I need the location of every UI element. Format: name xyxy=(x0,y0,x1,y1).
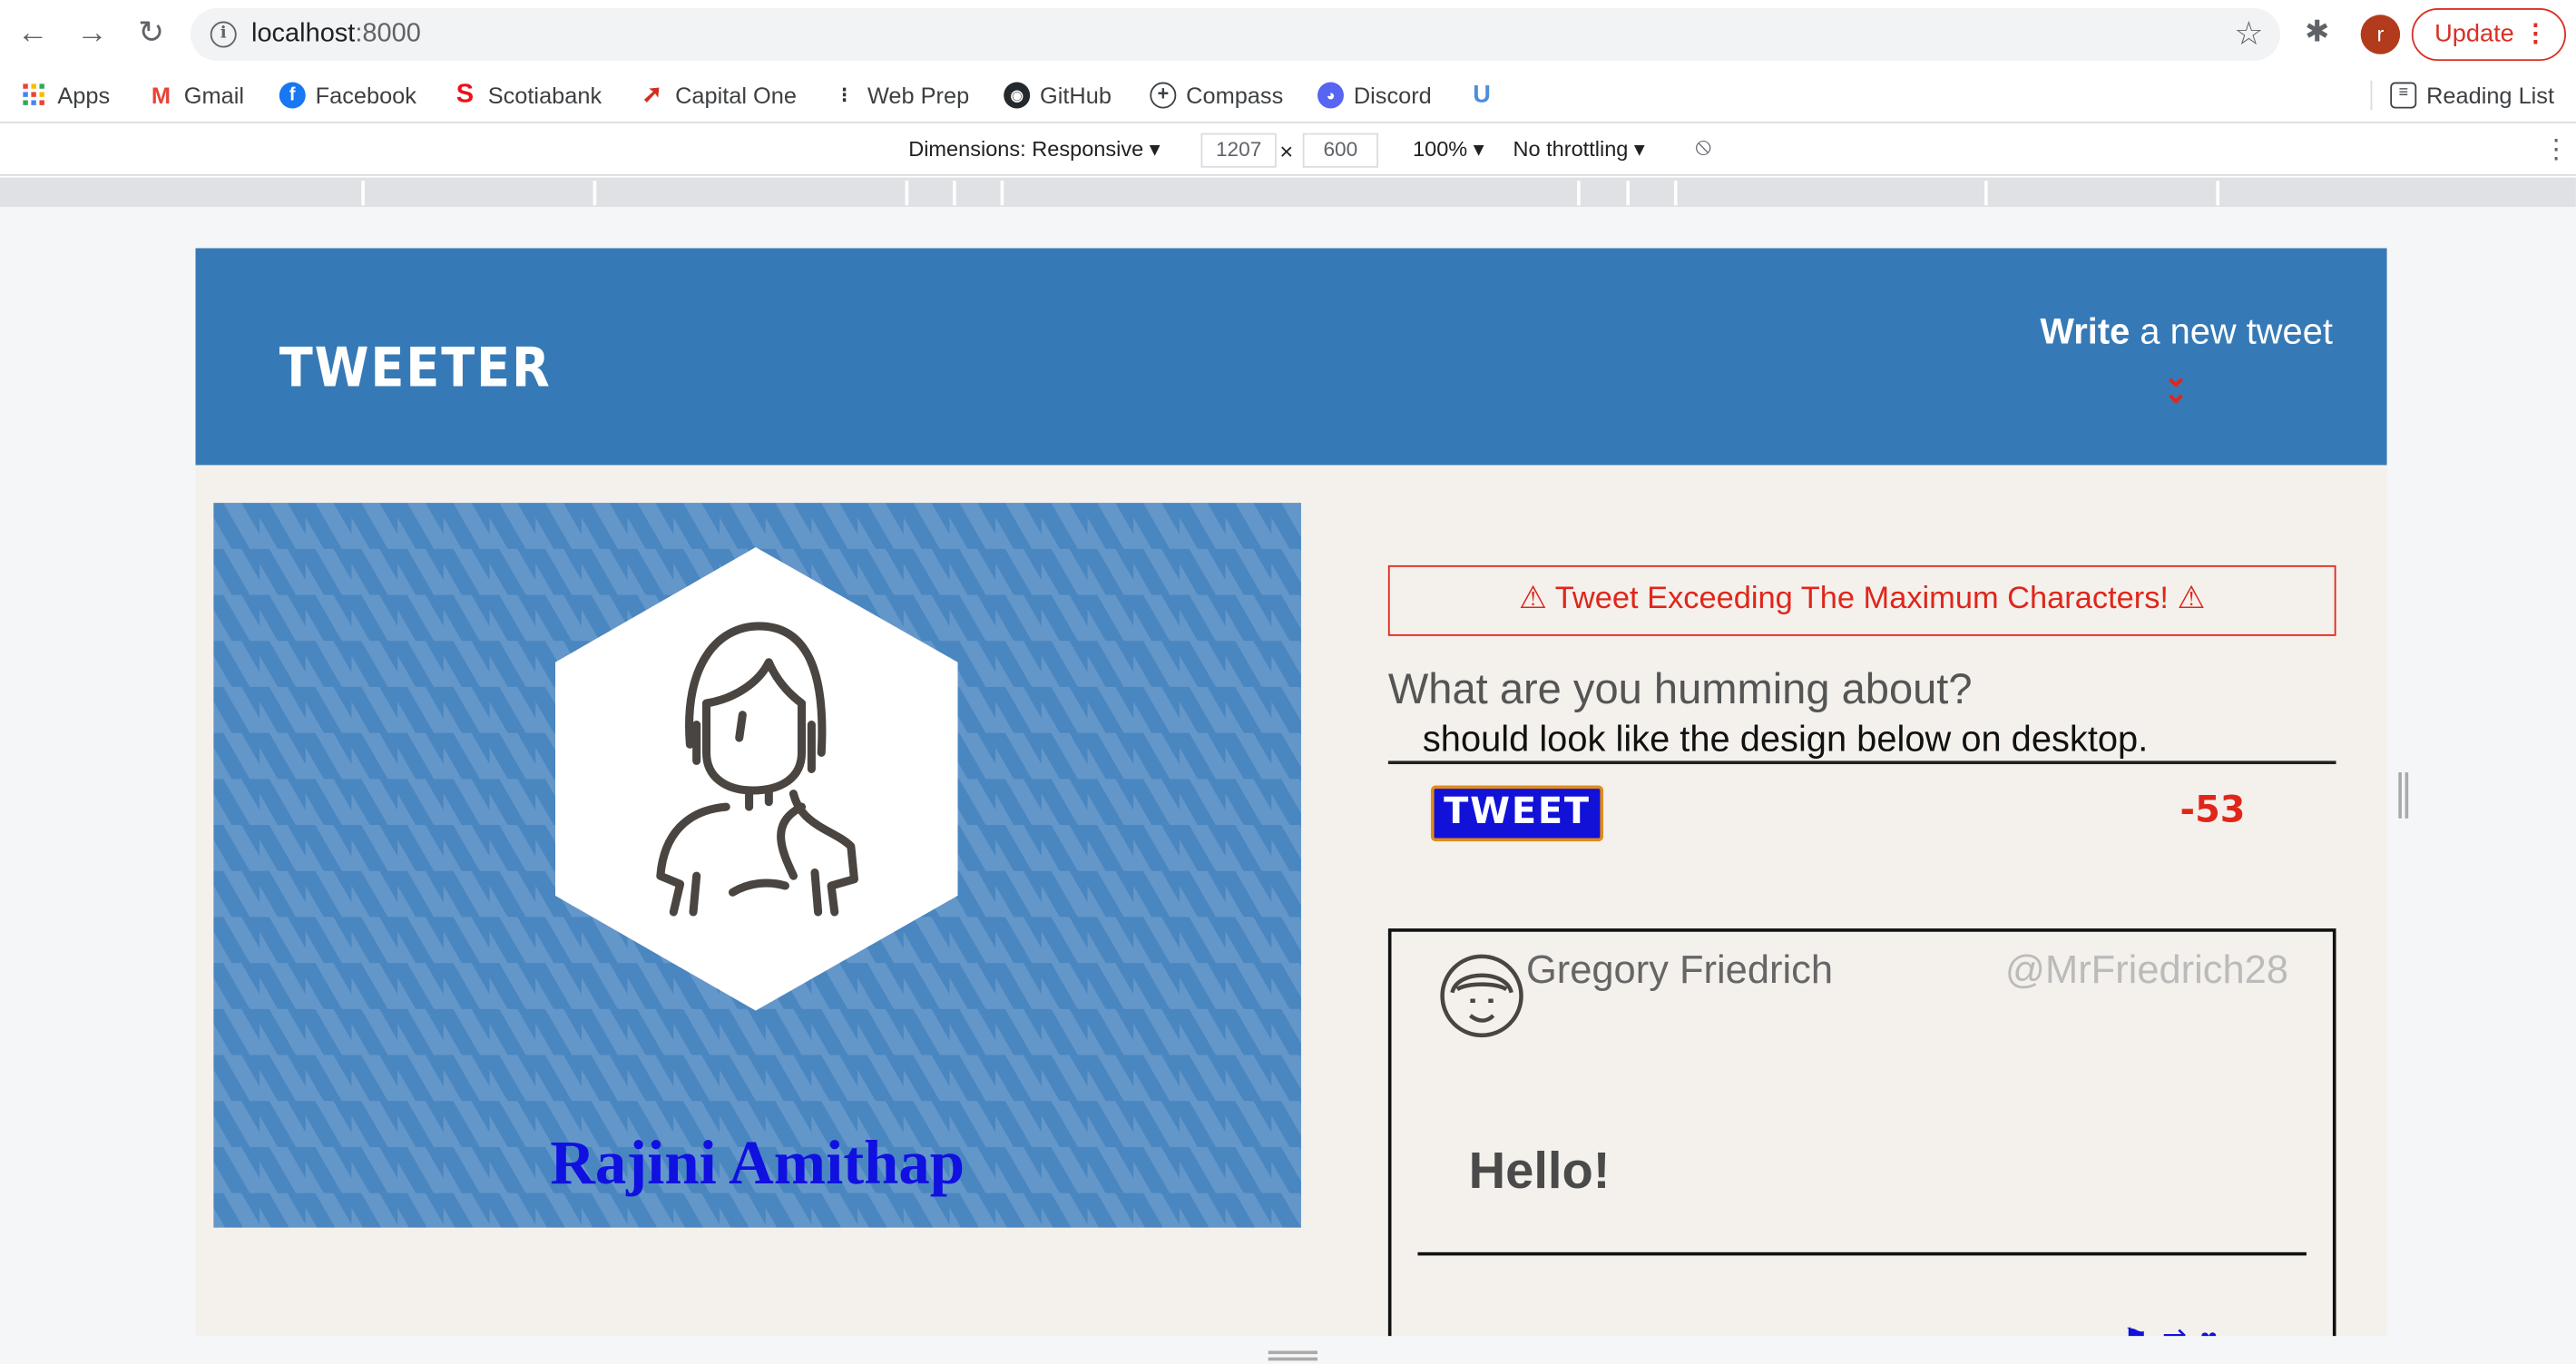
bookmark-u[interactable]: U xyxy=(1469,79,1495,112)
warning-icon: ⚠ xyxy=(1519,582,1547,617)
avatar-hexagon xyxy=(554,546,958,1011)
github-icon: ◉ xyxy=(1004,82,1031,109)
char-counter: -53 xyxy=(2179,790,2246,832)
capital-one-icon: ➚ xyxy=(642,80,663,109)
tweet-handle: @MrFriedrich28 xyxy=(2004,947,2289,993)
dimensions-select[interactable]: Dimensions: Responsive ▾ xyxy=(908,136,1160,162)
site-info-icon[interactable]: i xyxy=(210,21,237,48)
bookmark-label: Compass xyxy=(1186,82,1284,109)
flag-icon[interactable]: ⚑ xyxy=(2122,1323,2162,1336)
heart-icon[interactable]: ♥ xyxy=(2200,1323,2231,1336)
forward-icon[interactable]: → xyxy=(73,15,112,54)
viewport-resize-handle-bottom[interactable] xyxy=(1268,1350,1318,1361)
zoom-select[interactable]: 100% ▾ xyxy=(1413,136,1484,162)
bookmark-scotiabank[interactable]: S Scotiabank xyxy=(452,79,602,112)
update-button[interactable]: Update ⋮ xyxy=(2411,8,2567,61)
browser-toolbar: ← → ↻ i localhost:8000 ☆ ✱ r Update ⋮ xyxy=(0,0,2576,68)
bookmark-label: Gmail xyxy=(183,82,244,109)
error-text: Tweet Exceeding The Maximum Characters! xyxy=(1554,582,2169,617)
reading-list-button[interactable]: ≡ Reading List xyxy=(2390,79,2554,112)
tweet-article: Gregory Friedrich @MrFriedrich28 Hello! … xyxy=(1387,928,2336,1337)
bookmark-discord[interactable]: ◕ Discord xyxy=(1317,79,1432,112)
url-text[interactable]: localhost:8000 xyxy=(251,18,421,51)
discord-icon: ◕ xyxy=(1317,82,1344,109)
retweet-icon[interactable]: ⇄ xyxy=(2162,1323,2200,1336)
width-input[interactable]: 1207 xyxy=(1200,132,1277,168)
bookmark-capital-one[interactable]: ➚ Capital One xyxy=(639,79,797,112)
bookmark-label: Discord xyxy=(1353,82,1432,109)
throttling-select[interactable]: No throttling ▾ xyxy=(1513,136,1644,162)
reading-list-icon: ≡ xyxy=(2390,82,2417,109)
profile-name: Rajini Amithap xyxy=(550,1129,965,1199)
tweet-button[interactable]: TWEET xyxy=(1430,785,1604,842)
bookmark-label: Apps xyxy=(57,82,111,109)
rotate-icon[interactable]: ⦸ xyxy=(1695,133,1711,162)
gmail-icon: M xyxy=(151,82,171,109)
udacity-icon: U xyxy=(1473,80,1491,109)
tweet-author: Gregory Friedrich xyxy=(1525,947,1834,993)
bookmark-apps[interactable]: Apps xyxy=(22,79,111,112)
warning-icon: ⚠ xyxy=(2177,582,2206,617)
viewport-resize-handle-right[interactable] xyxy=(2398,772,2409,819)
back-icon[interactable]: ← xyxy=(13,15,52,54)
bookmark-label: GitHub xyxy=(1040,82,1112,109)
profile-avatar[interactable]: r xyxy=(2360,15,2401,54)
bookmark-label: Scotiabank xyxy=(487,82,602,109)
more-options-icon[interactable]: ⋮ xyxy=(2543,133,2570,166)
apps-grid-icon xyxy=(23,83,44,105)
tweet-divider xyxy=(1417,1251,2307,1256)
profile-card: Rajini Amithap xyxy=(213,503,1301,1228)
nav-header: TWEETER Write a new tweet ⌄ ⌄ xyxy=(195,248,2387,466)
reload-icon[interactable]: ↻ xyxy=(132,15,171,54)
bookmark-web-prep[interactable]: ⁝ Web Prep xyxy=(831,79,969,112)
compass-icon: + xyxy=(1150,82,1177,109)
bookmark-github[interactable]: ◉ GitHub xyxy=(1004,79,1112,112)
times-sign: × xyxy=(1279,138,1294,165)
compose-label: What are you humming about? xyxy=(1387,663,1973,713)
scotiabank-icon: S xyxy=(455,80,475,109)
bookmark-facebook[interactable]: f Facebook xyxy=(279,79,416,112)
bookmark-compass[interactable]: + Compass xyxy=(1150,79,1283,112)
tweet-actions: ⚑⇄♥ xyxy=(2122,1323,2230,1336)
error-message: ⚠ Tweet Exceeding The Maximum Characters… xyxy=(1387,564,2336,636)
app-logo[interactable]: TWEETER xyxy=(279,338,552,401)
write-tweet-toggle[interactable]: Write a new tweet xyxy=(2040,310,2332,353)
device-toolbar: Dimensions: Responsive ▾ 1207 × 600 100%… xyxy=(0,124,2576,176)
double-chevron-down-icon[interactable]: ⌄ ⌄ xyxy=(2163,361,2188,407)
divider xyxy=(2370,80,2373,111)
extensions-icon[interactable]: ✱ xyxy=(2305,15,2329,49)
bookmark-label: Web Prep xyxy=(867,82,970,109)
tweeter-page: TWEETER Write a new tweet ⌄ ⌄ Rajini Ami… xyxy=(195,248,2387,1337)
tweet-textarea[interactable]: should look like the design below on des… xyxy=(1387,713,2336,765)
tweet-content: Hello! xyxy=(1468,1142,1611,1200)
bookmark-star-icon[interactable]: ☆ xyxy=(2234,13,2263,54)
height-input[interactable]: 600 xyxy=(1302,132,1379,168)
bookmark-gmail[interactable]: M Gmail xyxy=(148,79,244,112)
facebook-icon: f xyxy=(279,82,306,109)
web-prep-icon: ⁝ xyxy=(840,82,848,107)
reading-list-label: Reading List xyxy=(2426,82,2555,109)
menu-kebab-icon: ⋮ xyxy=(2522,19,2549,48)
bookmarks-bar: Apps M Gmail f Facebook S Scotiabank ➚ C… xyxy=(0,67,2576,123)
user-face-icon xyxy=(1440,954,1523,1038)
bookmark-label: Capital One xyxy=(675,82,797,109)
address-bar[interactable]: i localhost:8000 ☆ xyxy=(191,8,2280,61)
media-query-bar[interactable] xyxy=(0,177,2576,208)
bookmark-label: Facebook xyxy=(315,82,416,109)
